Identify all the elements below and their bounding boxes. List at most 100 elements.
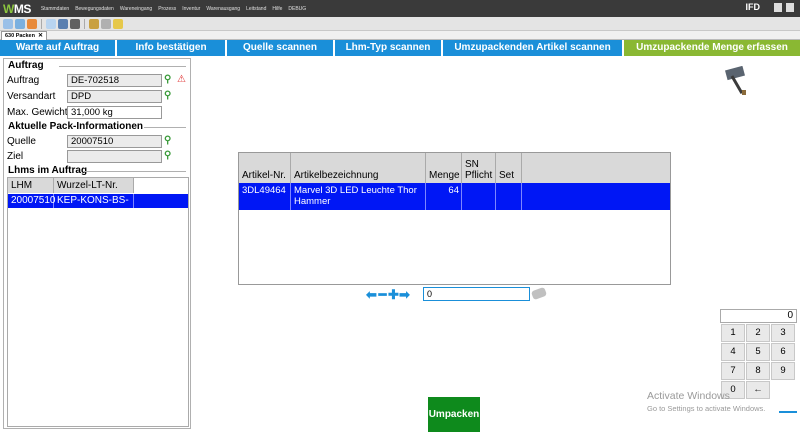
toolbar [0,17,800,31]
ziel-label: Ziel [7,151,24,162]
lhms-group-title: Lhms im Auftrag [6,165,90,176]
quelle-field: 20007510 [67,135,162,148]
numpad-key-9[interactable]: 9 [771,362,795,380]
numpad-key-1[interactable]: 1 [721,324,745,342]
search-icon[interactable]: ⚲ [164,135,176,147]
step-warte-auf-auftrag: Warte auf Auftrag [0,40,117,56]
group-divider [59,66,186,67]
close-window-icon[interactable] [786,3,794,12]
cell-bezeichnung: Marvel 3D LED Leuchte Thor Hammer [291,183,426,210]
auftrag-field: DE-702518 [67,74,162,87]
back-icon[interactable] [3,18,13,29]
search-icon[interactable]: ⚲ [164,74,176,86]
column-header-sn-pflicht[interactable]: SN Pflicht [462,153,496,183]
article-image [725,66,746,95]
printer-icon[interactable] [70,18,80,29]
star-icon[interactable] [113,18,123,29]
numpad-key-5[interactable]: 5 [746,343,770,361]
numpad-key-2[interactable]: 2 [746,324,770,342]
menu-item-wareneingang[interactable]: Wareneingang [120,6,152,12]
table-row[interactable]: 3DL49464 Marvel 3D LED Leuchte Thor Hamm… [239,183,670,210]
eraser-icon[interactable] [101,18,111,29]
plus-icon[interactable]: ✚ [388,287,399,303]
gewicht-field: 31,000 kg [67,106,162,119]
cell-artikel-nr: 3DL49464 [239,183,291,210]
window-icon[interactable] [46,18,56,29]
brand-logo: IFD [745,2,761,12]
toolbar-divider [84,18,85,29]
quantity-input[interactable]: 0 [423,287,530,301]
auftrag-group-title: Auftrag [6,60,46,71]
cell-sn-pflicht [462,183,496,210]
arrow-left-icon[interactable]: ⬅ [366,287,377,303]
menu-item-stammdaten[interactable]: Stammdaten [41,6,69,12]
gewicht-label: Max. Gewicht [7,107,68,118]
user-icon[interactable] [89,18,99,29]
search-icon[interactable]: ⚲ [164,150,176,162]
main-menu: Stammdaten Bewegungsdaten Wareneingang P… [41,6,306,12]
reload-icon[interactable] [27,18,37,29]
auftrag-label: Auftrag [7,75,40,86]
group-divider [84,171,186,172]
activate-windows-title: Activate Windows [647,390,730,402]
numpad-key-4[interactable]: 4 [721,343,745,361]
column-header-set[interactable]: Set [496,153,522,183]
activate-windows-hint: Go to Settings to activate Windows. [647,404,766,413]
versandart-field: DPD [67,90,162,103]
refresh-icon[interactable] [15,18,25,29]
article-table: Artikel-Nr. Artikelbezeichnung Menge SN … [238,152,671,285]
order-info-panel: Auftrag Auftrag DE-702518 ⚲ ⚠ Versandart… [3,58,191,429]
top-menu-bar: WMS Stammdaten Bewegungsdaten Wareneinga… [0,0,800,17]
umpacken-button[interactable]: Umpacken [428,397,480,432]
numpad: 1 2 3 4 5 6 7 8 9 0 ← [721,324,795,399]
numpad-backspace[interactable]: ← [746,381,770,399]
menu-item-debug[interactable]: DEBUG [288,6,306,12]
menu-item-prozess[interactable]: Prozess [158,6,176,12]
cell-set [496,183,522,210]
step-info-bestaetigen: Info bestätigen [117,40,227,56]
scroll-indicator [779,411,797,413]
step-artikel-scannen: Umzupackenden Artikel scannen [443,40,624,56]
cell-wurzel: KEP-KONS-BS-05 [54,194,134,220]
minimize-icon[interactable] [774,3,782,12]
process-steps: Warte auf Auftrag Info bestätigen Quelle… [0,40,800,56]
arrow-right-icon[interactable]: ➡ [399,287,410,303]
menu-item-warenausgang[interactable]: Warenausgang [206,6,240,12]
numpad-key-3[interactable]: 3 [771,324,795,342]
app-logo: WMS [3,1,31,16]
close-tab-icon[interactable]: ✕ [38,32,43,40]
numpad-key-8[interactable]: 8 [746,362,770,380]
menu-item-inventur[interactable]: Inventur [182,6,200,12]
monitor-icon[interactable] [58,18,68,29]
cell-menge: 64 [426,183,462,210]
tab-strip: 630 Packen ✕ [0,31,800,40]
table-row[interactable]: 20007510 KEP-KONS-BS-05 [8,194,188,220]
article-table-header: Artikel-Nr. Artikelbezeichnung Menge SN … [239,153,670,183]
versandart-label: Versandart [7,91,56,102]
toolbar-divider [41,18,42,29]
numpad-key-6[interactable]: 6 [771,343,795,361]
tab-label: 630 Packen [5,33,35,39]
column-header-menge[interactable]: Menge [426,153,462,183]
column-header-artikel-nr[interactable]: Artikel-Nr. [239,153,291,183]
menu-item-bewegungsdaten[interactable]: Bewegungsdaten [75,6,114,12]
quantity-controls: ⬅ ━ ✚ ➡ [366,287,410,303]
pack-group-title: Aktuelle Pack-Informationen [6,121,146,132]
lhm-table: LHM Wurzel-LT-Nr. 20007510 KEP-KONS-BS-0… [7,177,189,427]
tab-packen[interactable]: 630 Packen ✕ [1,31,47,40]
quelle-label: Quelle [7,136,36,147]
menu-item-leitstand[interactable]: Leitstand [246,6,266,12]
column-header-bezeichnung[interactable]: Artikelbezeichnung [291,153,426,183]
step-quelle-scannen: Quelle scannen [227,40,335,56]
lhm-table-header: LHM Wurzel-LT-Nr. [8,178,134,193]
column-header-lhm[interactable]: LHM [8,178,54,193]
search-icon[interactable]: ⚲ [164,90,176,102]
column-header-wurzel[interactable]: Wurzel-LT-Nr. [54,178,134,193]
warning-icon: ⚠ [177,74,186,85]
clear-icon[interactable] [530,286,548,301]
minus-icon[interactable]: ━ [377,287,388,303]
numpad-key-7[interactable]: 7 [721,362,745,380]
step-menge-erfassen: Umzupackende Menge erfassen [624,40,800,56]
numpad-display[interactable]: 0 [720,309,797,323]
menu-item-hilfe[interactable]: Hilfe [272,6,282,12]
